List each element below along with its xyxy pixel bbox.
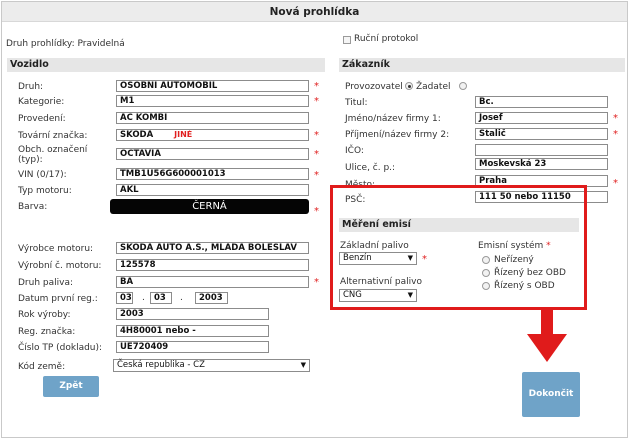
prijmeni-label: Příjmení/název firmy 2: <box>345 130 450 140</box>
vozidlo-header: Vozidlo <box>7 58 325 72</box>
required-mark: * <box>546 241 551 251</box>
provedeni-label: Provedení: <box>18 114 66 124</box>
ico-field[interactable] <box>475 144 608 156</box>
emisni-rizeny-bez-obd-radio[interactable] <box>482 269 490 277</box>
zadatel-radio[interactable] <box>459 82 467 90</box>
prijmeni-field[interactable]: Stalič <box>475 128 608 140</box>
required-mark: * <box>314 149 319 160</box>
required-mark: * <box>314 206 319 217</box>
vyrobce-motoru-field[interactable]: ŠKODA AUTO A.S., MLADÁ BOLESLAV <box>116 242 309 254</box>
obch-oznaceni-label-2: (typ): <box>18 155 43 165</box>
datum-month-field[interactable]: 03 <box>150 292 172 304</box>
rok-vyroby-label: Rok výroby: <box>18 310 71 320</box>
reg-znacka-field[interactable]: 4H80001 nebo - <box>116 325 269 337</box>
tovarni-znacka-field[interactable]: ŠKODA JINÉ <box>116 129 309 141</box>
jmeno-field[interactable]: Josef <box>475 112 608 124</box>
required-mark: * <box>613 129 618 140</box>
ico-label: IČO: <box>345 146 364 156</box>
kategorie-field[interactable]: M1 <box>116 95 309 107</box>
provozovatel-radio[interactable] <box>405 82 413 90</box>
provozovatel-label: Provozovatel <box>345 82 403 92</box>
jmeno-label: Jméno/název firmy 1: <box>345 114 441 124</box>
vin-field[interactable]: TMB1U56G600001013 <box>116 168 309 180</box>
obch-oznaceni-field[interactable]: OCTAVIA <box>116 148 309 160</box>
vyrobni-cislo-label: Výrobní č. motoru: <box>18 261 102 271</box>
emisni-option-label: Řízený bez OBD <box>494 268 566 278</box>
tovarni-znacka-value: ŠKODA <box>120 130 154 140</box>
chevron-down-icon: ▼ <box>407 254 413 262</box>
kod-zeme-select[interactable]: Česká republika - CZ ▼ <box>113 359 310 372</box>
required-mark: * <box>314 277 319 288</box>
zakladni-palivo-select[interactable]: Benzín ▼ <box>339 252 417 265</box>
alternativni-palivo-value: CNG <box>343 290 362 300</box>
required-mark: * <box>613 178 618 189</box>
required-mark: * <box>613 113 618 124</box>
ulice-field[interactable]: Moskevská 23 <box>475 158 608 170</box>
zadatel-label: Žadatel <box>416 82 451 92</box>
kategorie-label: Kategorie: <box>18 97 65 107</box>
vyrobni-cislo-field[interactable]: 125578 <box>116 259 309 271</box>
dokoncit-button[interactable]: Dokončit <box>522 372 580 417</box>
druh-paliva-label: Druh paliva: <box>18 278 74 288</box>
emisni-option-label: Řízený s OBD <box>494 281 555 291</box>
chevron-down-icon: ▼ <box>407 291 413 299</box>
druh-prohlidky: Druh prohlídky: Pravidelná <box>6 39 125 49</box>
barva-label: Barva: <box>18 202 48 212</box>
typ-motoru-field[interactable]: AKL <box>116 184 309 196</box>
alternativni-palivo-label: Alternativní palivo <box>340 277 422 287</box>
druh-label: Druh: <box>18 82 44 92</box>
rok-vyroby-field[interactable]: 2003 <box>116 308 269 320</box>
page-title: Nová prohlídka <box>2 2 627 22</box>
vin-label: VIN (0/17): <box>18 170 67 180</box>
cislo-tp-field[interactable]: UE720409 <box>116 341 269 353</box>
cislo-tp-label: Číslo TP (dokladu): <box>18 343 103 353</box>
emisni-system-label: Emisní systém * <box>478 241 551 251</box>
titul-label: Titul: <box>345 98 368 108</box>
red-down-arrow-icon <box>527 310 567 362</box>
required-mark: * <box>314 170 319 181</box>
titul-field[interactable]: Bc. <box>475 96 608 108</box>
required-mark: * <box>422 254 427 265</box>
mereni-emisi-header: Měření emisí <box>339 218 579 232</box>
reg-znacka-label: Reg. značka: <box>18 327 76 337</box>
datum-year-field[interactable]: 2003 <box>195 292 228 304</box>
tovarni-znacka-extra: JINÉ <box>174 130 193 139</box>
barva-field[interactable]: ČERNÁ <box>110 199 309 214</box>
emisni-nerizeny-radio[interactable] <box>482 256 490 264</box>
vyrobce-motoru-label: Výrobce motoru: <box>18 244 94 254</box>
alternativni-palivo-select[interactable]: CNG ▼ <box>339 289 417 302</box>
zakladni-palivo-value: Benzín <box>343 253 372 263</box>
druh-field[interactable]: OSOBNÍ AUTOMOBIL <box>116 80 309 92</box>
required-mark: * <box>314 130 319 141</box>
required-mark: * <box>314 96 319 107</box>
datum-registrace-label: Datum první reg.: <box>18 294 98 304</box>
date-separator: . <box>180 293 183 303</box>
zakaznik-header: Zákazník <box>339 58 625 72</box>
emisni-option-label: Neřízený <box>494 255 534 265</box>
kod-zeme-value: Česká republika - CZ <box>117 360 205 370</box>
kod-zeme-label: Kód země: <box>18 362 66 372</box>
provedeni-field[interactable]: AC KOMBI <box>116 112 309 124</box>
zpet-button[interactable]: Zpět <box>43 376 99 397</box>
datum-day-field[interactable]: 03 <box>116 292 133 304</box>
rucni-protokol-checkbox[interactable] <box>343 36 351 44</box>
required-mark: * <box>314 81 319 92</box>
druh-paliva-field[interactable]: BA <box>116 276 309 288</box>
zakladni-palivo-label: Základní palivo <box>340 241 409 251</box>
typ-motoru-label: Typ motoru: <box>18 186 72 196</box>
tovarni-znacka-label: Tovární značka: <box>18 131 88 141</box>
obch-oznaceni-label: Obch. označení <box>18 145 88 155</box>
ulice-label: Ulice, č. p.: <box>345 163 396 173</box>
rucni-protokol-label: Ruční protokol <box>354 34 419 44</box>
chevron-down-icon: ▼ <box>300 361 306 369</box>
emisni-system-text: Emisní systém <box>478 241 544 251</box>
emisni-rizeny-s-obd-radio[interactable] <box>482 282 490 290</box>
date-separator: . <box>142 293 145 303</box>
